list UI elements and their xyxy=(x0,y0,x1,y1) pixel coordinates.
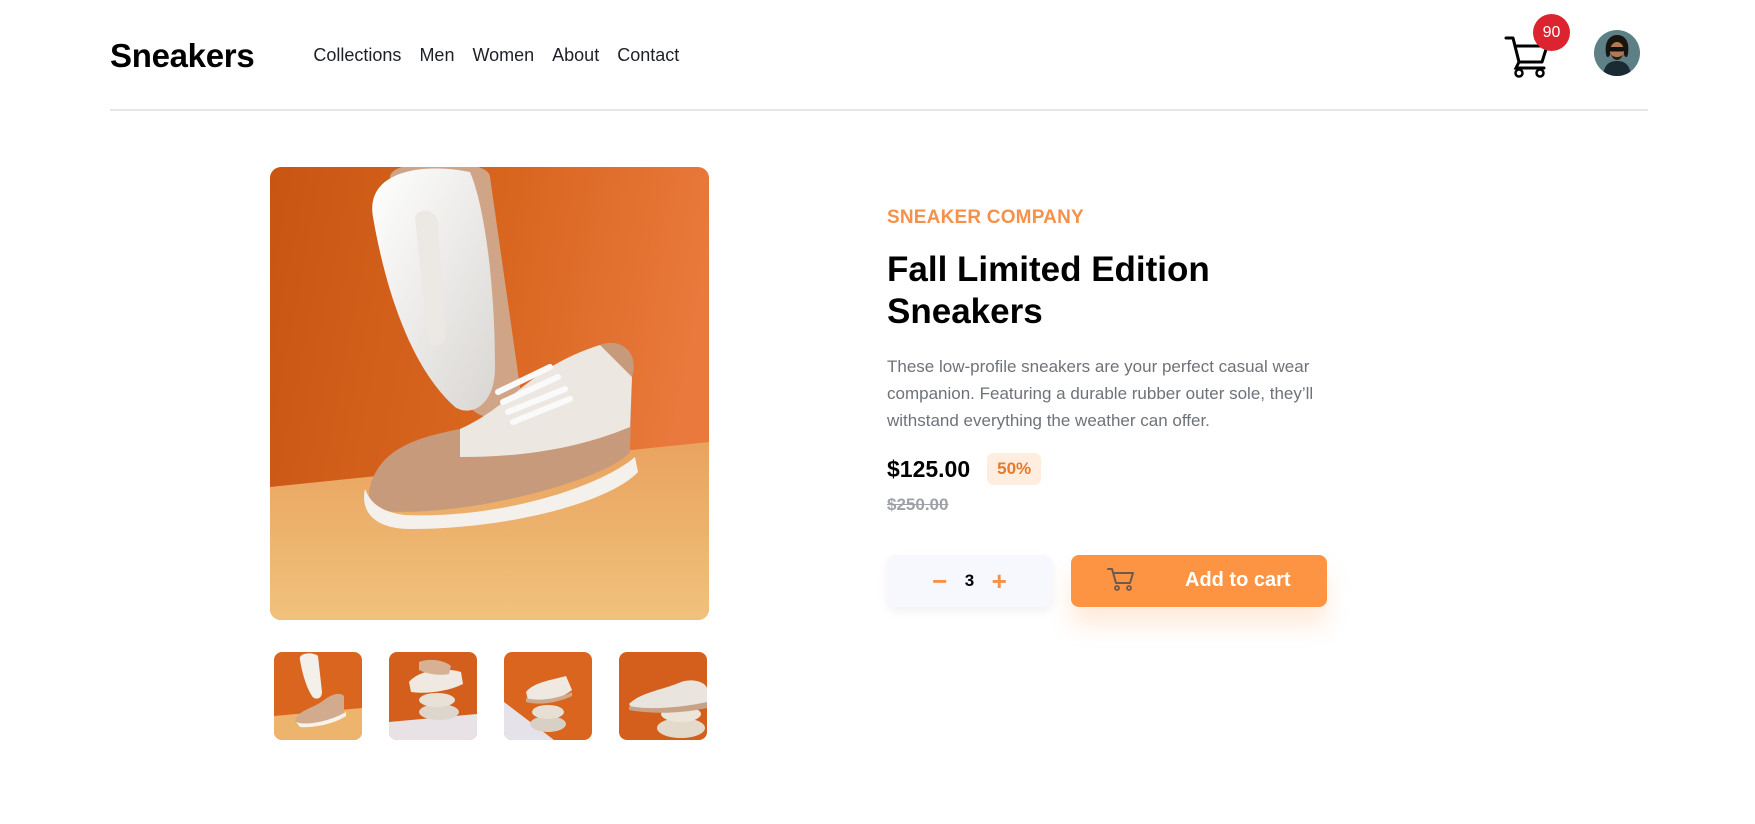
thumbnail-3[interactable] xyxy=(504,652,592,740)
cart-button[interactable]: 90 xyxy=(1504,14,1570,84)
header-actions: 90 xyxy=(1504,14,1648,84)
product-info: SNEAKER COMPANY Fall Limited Edition Sne… xyxy=(887,207,1367,607)
quantity-stepper: − 3 + xyxy=(887,555,1052,607)
discount-badge: 50% xyxy=(987,453,1042,485)
thumbnail-1[interactable] xyxy=(274,652,362,740)
nav-women[interactable]: Women xyxy=(472,45,534,66)
cart-icon xyxy=(1107,568,1134,591)
add-to-cart-label: Add to cart xyxy=(1185,569,1291,591)
product-main-image[interactable] xyxy=(270,167,709,620)
purchase-actions: − 3 + Add to cart xyxy=(887,555,1367,607)
nav-about[interactable]: About xyxy=(552,45,599,66)
quantity-value: 3 xyxy=(964,571,975,590)
company-name: SNEAKER COMPANY xyxy=(887,207,1084,228)
product-title: Fall Limited Edition Sneakers xyxy=(887,250,1210,331)
nav-men[interactable]: Men xyxy=(419,45,454,66)
price-row: $125.00 50% xyxy=(887,453,1367,485)
nav-contact[interactable]: Contact xyxy=(617,45,679,66)
product-description: These low-profile sneakers are your perf… xyxy=(887,357,1314,430)
increase-quantity-button[interactable]: + xyxy=(984,568,1014,594)
main-nav: Collections Men Women About Contact xyxy=(313,45,697,66)
logo[interactable]: Sneakers xyxy=(110,37,255,75)
original-price: $250.00 xyxy=(887,495,949,514)
user-avatar[interactable] xyxy=(1594,30,1640,76)
nav-collections[interactable]: Collections xyxy=(313,45,401,66)
add-to-cart-button[interactable]: Add to cart xyxy=(1071,555,1327,607)
cart-count-badge: 90 xyxy=(1533,14,1570,51)
site-header: Sneakers Collections Men Women About Con… xyxy=(110,0,1648,111)
decrease-quantity-button[interactable]: − xyxy=(925,568,955,594)
current-price: $125.00 xyxy=(887,455,971,482)
thumbnail-4[interactable] xyxy=(619,652,707,740)
thumbnail-strip xyxy=(274,652,707,740)
thumbnail-2[interactable] xyxy=(389,652,477,740)
